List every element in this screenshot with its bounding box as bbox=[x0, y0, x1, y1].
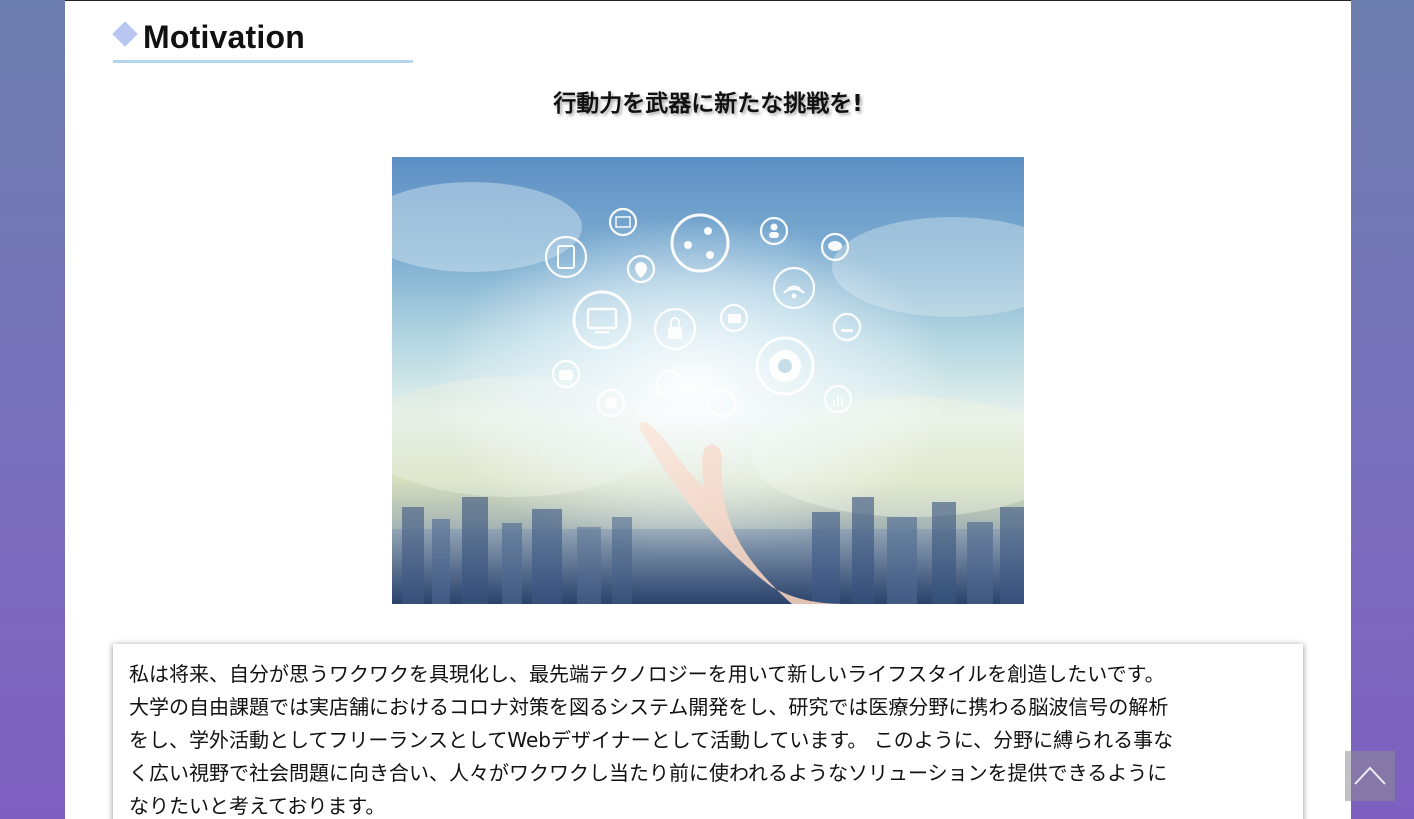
diamond-icon bbox=[112, 21, 138, 47]
motivation-text: 私は将来、自分が思うワクワクを具現化し、最先端テクノロジーを用いて新しいライフス… bbox=[129, 662, 1174, 818]
network-icons-hand-image bbox=[392, 182, 1024, 604]
section-title: Motivation bbox=[143, 19, 305, 55]
main-content: Motivation 行動力を武器に新たな挑戦を! 私は将来、自分が思うワクワク… bbox=[65, 0, 1351, 819]
catchphrase: 行動力を武器に新たな挑戦を! bbox=[553, 91, 863, 117]
scroll-to-top-button[interactable] bbox=[1345, 751, 1395, 801]
hero-image bbox=[392, 157, 1024, 604]
chevron-up-icon bbox=[1354, 766, 1386, 785]
motivation-text-box: 私は将来、自分が思うワクワクを具現化し、最先端テクノロジーを用いて新しいライフス… bbox=[113, 644, 1303, 819]
section-heading: Motivation bbox=[112, 17, 413, 63]
